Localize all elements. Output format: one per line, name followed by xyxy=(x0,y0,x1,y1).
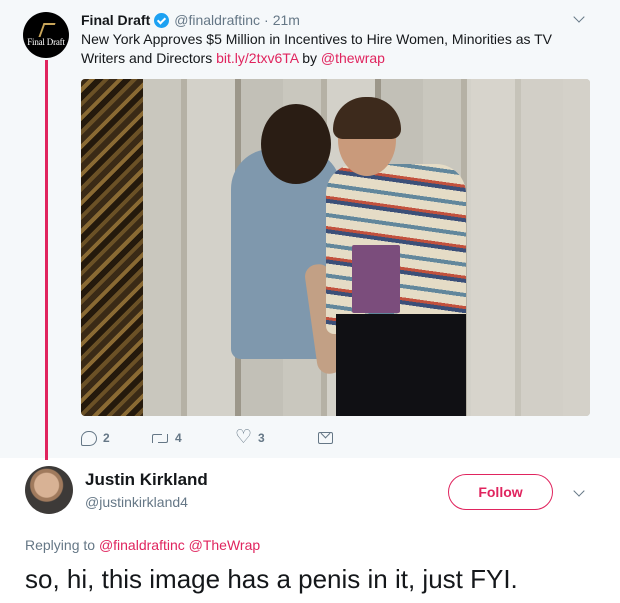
follow-button[interactable]: Follow xyxy=(448,474,553,510)
retweet-icon xyxy=(151,432,169,444)
reply-action[interactable]: 2 xyxy=(81,430,151,446)
separator-dot: · xyxy=(264,12,269,28)
retweet-action[interactable]: 4 xyxy=(151,431,236,445)
tweet-menu-chevron-down-icon[interactable] xyxy=(572,12,586,26)
tweet-header: Final Draft @finaldraftinc · 21m xyxy=(81,11,300,29)
reply-icon xyxy=(81,430,97,446)
avatar-logo-text: Final Draft xyxy=(27,37,65,47)
mention-link[interactable]: @thewrap xyxy=(321,50,385,66)
replying-to-mentions[interactable]: @finaldraftinc @TheWrap xyxy=(99,537,260,553)
thread-line xyxy=(45,60,48,460)
reply-count: 2 xyxy=(103,431,110,445)
reply-text: so, hi, this image has a penis in it, ju… xyxy=(25,564,518,594)
photo-pillow xyxy=(471,79,590,416)
tweet-by-text: by xyxy=(298,50,321,66)
author-name[interactable]: Final Draft xyxy=(81,12,150,28)
tweet-timestamp[interactable]: 21m xyxy=(273,12,300,28)
final-draft-avatar[interactable]: Final Draft xyxy=(23,12,69,58)
verified-badge-icon xyxy=(154,12,170,28)
reply-author-name[interactable]: Justin Kirkland xyxy=(85,470,208,490)
author-handle[interactable]: @finaldraftinc xyxy=(174,12,260,28)
reply-author-handle[interactable]: @justinkirkland4 xyxy=(85,494,188,510)
tweet-photo[interactable] xyxy=(81,79,590,416)
photo-man-head xyxy=(261,104,331,184)
replying-to: Replying to @finaldraftinc @TheWrap xyxy=(25,537,260,553)
tweet-link[interactable]: bit.ly/2txv6TA xyxy=(216,50,298,66)
heart-icon xyxy=(235,426,252,448)
reply-menu-chevron-down-icon[interactable] xyxy=(572,486,586,500)
replying-prefix: Replying to xyxy=(25,537,99,553)
parent-tweet[interactable]: Final Draft Final Draft @finaldraftinc ·… xyxy=(0,0,620,460)
final-draft-logo-icon xyxy=(36,23,56,37)
retweet-count: 4 xyxy=(175,431,182,445)
photo-book xyxy=(352,245,400,313)
direct-message-action[interactable] xyxy=(318,432,333,444)
justin-kirkland-avatar[interactable] xyxy=(25,466,73,514)
tweet-text: New York Approves $5 Million in Incentiv… xyxy=(81,30,581,68)
like-count: 3 xyxy=(258,431,265,445)
like-action[interactable]: 3 xyxy=(235,426,318,448)
envelope-icon xyxy=(318,432,333,444)
photo-woman-pants xyxy=(336,314,466,416)
tweet-actions: 2 4 3 xyxy=(81,426,333,448)
